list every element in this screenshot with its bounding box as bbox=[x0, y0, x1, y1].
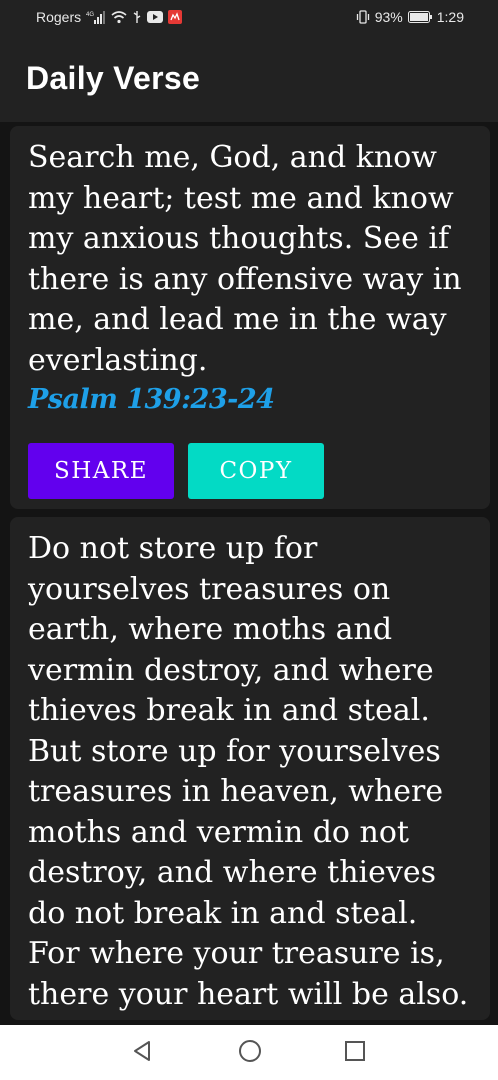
signal-icon: 4G bbox=[86, 10, 106, 24]
status-bar: Rogers 4G 93% 1:29 bbox=[0, 0, 498, 34]
recents-icon[interactable] bbox=[344, 1039, 366, 1063]
svg-text:4G: 4G bbox=[86, 12, 94, 18]
verse-reference[interactable]: Psalm 139:23-24 bbox=[28, 381, 472, 419]
verse-card: Search me, God, and know my heart; test … bbox=[10, 126, 490, 509]
app-bar: Daily Verse bbox=[0, 34, 498, 122]
copy-button[interactable]: COPY bbox=[188, 443, 324, 499]
battery-icon bbox=[407, 11, 432, 23]
back-icon[interactable] bbox=[131, 1039, 153, 1063]
app-title: Daily Verse bbox=[26, 59, 201, 96]
verse-text: Do not store up for yourselves treasures… bbox=[28, 531, 469, 1012]
clock: 1:29 bbox=[436, 9, 464, 25]
usb-icon bbox=[132, 10, 142, 24]
battery-percent: 93% bbox=[374, 9, 403, 25]
verse-text: Search me, God, and know my heart; test … bbox=[28, 140, 462, 378]
home-icon[interactable] bbox=[238, 1039, 262, 1063]
share-button[interactable]: SHARE bbox=[28, 443, 174, 499]
carrier-name: Rogers bbox=[36, 9, 82, 25]
verse-card: Do not store up for yourselves treasures… bbox=[10, 517, 490, 1020]
notification-icon bbox=[168, 10, 183, 24]
navigation-bar bbox=[0, 1025, 498, 1080]
wifi-icon bbox=[111, 10, 127, 24]
youtube-icon bbox=[147, 11, 164, 23]
vibrate-icon bbox=[356, 10, 370, 24]
verse-actions: SHARE COPY bbox=[28, 443, 472, 499]
